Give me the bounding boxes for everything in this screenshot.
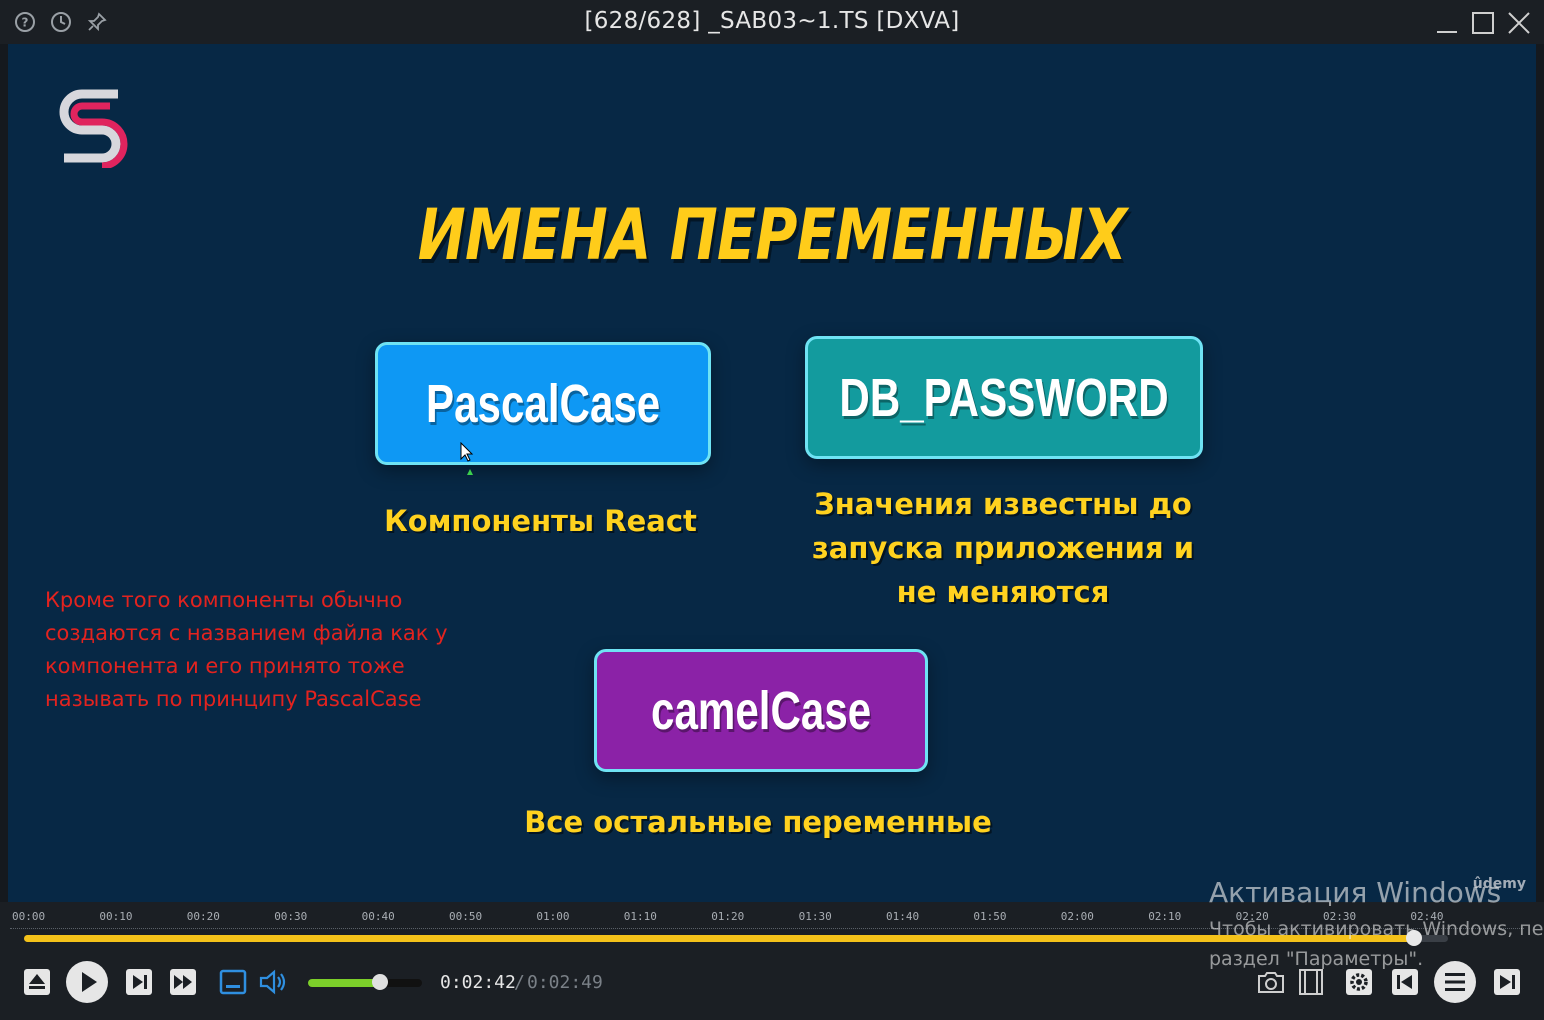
card-pascalcase: PascalCase [375,342,711,465]
card-label: camelCase [650,680,872,741]
caption-camelcase: Все остальные переменные [524,805,992,839]
current-time: 0:02:42 [440,972,516,993]
screenshot-icon[interactable] [1254,965,1288,999]
tick-label: 00:20 [186,910,220,923]
tick-label: 00:30 [274,910,308,923]
tick-label: 02:10 [1148,910,1182,923]
card-camelcase: camelCase [594,649,928,772]
note-line: Кроме того компоненты обычно [45,588,403,612]
mouse-cursor-icon [460,442,474,475]
play-icon[interactable] [64,959,110,1005]
volume-icon[interactable] [256,965,290,999]
film-icon[interactable] [1294,965,1328,999]
caption-line: запуска приложения и [811,531,1195,565]
next-icon[interactable] [1490,965,1524,999]
activation-line: Чтобы активировать Windows, пе [1209,918,1544,940]
activation-line: раздел "Параметры". [1209,948,1424,970]
tick-label: 00:50 [449,910,483,923]
note-line: компонента и его принято тоже [45,654,405,678]
seek-progress [24,935,1414,942]
brand-logo [59,89,128,168]
activation-title: Активация Windows [1209,876,1502,909]
eject-icon[interactable] [20,965,54,999]
subtitles-icon[interactable] [216,965,250,999]
tick-label: 01:40 [886,910,920,923]
caption-line: не меняются [896,575,1110,609]
tick-label: 01:00 [536,910,570,923]
tick-label: 01:20 [711,910,745,923]
card-label: PascalCase [425,373,661,434]
tick-label: 02:00 [1060,910,1094,923]
frame-step-icon[interactable] [122,965,156,999]
card-label: DB_PASSWORD [839,367,1169,428]
tick-label: 01:10 [623,910,657,923]
tick-label: 01:50 [973,910,1007,923]
settings-icon[interactable] [1342,965,1376,999]
note-line: называть по принципу PascalCase [45,687,422,711]
total-time: 0:02:49 [527,972,603,993]
slide-headline: ИМЕНА ПЕРЕМЕННЫХ [417,194,1127,276]
title-bar: ? [628/628] _SAB03~1.TS [DXVA] [0,0,1544,44]
annotation-note: Кроме того компоненты обычно создаются с… [45,584,485,716]
note-line: создаются с названием файла как у [45,621,448,645]
card-db-password: DB_PASSWORD [805,336,1203,459]
previous-icon[interactable] [1388,965,1422,999]
caption-db-password: Значения известны до запуска приложения … [788,482,1218,614]
maximize-icon[interactable] [1470,10,1496,36]
tick-label: 00:10 [99,910,133,923]
caption-pascalcase: Компоненты React [384,504,697,538]
volume-level [308,979,380,987]
fast-forward-icon[interactable] [166,965,200,999]
close-icon[interactable] [1506,10,1532,36]
caption-line: Значения известны до [814,487,1192,521]
tick-label: 01:30 [798,910,832,923]
window-title: [628/628] _SAB03~1.TS [DXVA] [584,8,960,34]
playlist-icon[interactable] [1432,959,1478,1005]
tick-label: 00:40 [361,910,395,923]
volume-handle[interactable] [371,974,388,990]
video-viewport[interactable]: ИМЕНА ПЕРЕМЕННЫХ PascalCase Компоненты R… [8,44,1536,902]
tick-label: 00:00 [12,910,46,923]
minimize-icon[interactable] [1434,10,1460,36]
time-separator: / [514,972,525,993]
